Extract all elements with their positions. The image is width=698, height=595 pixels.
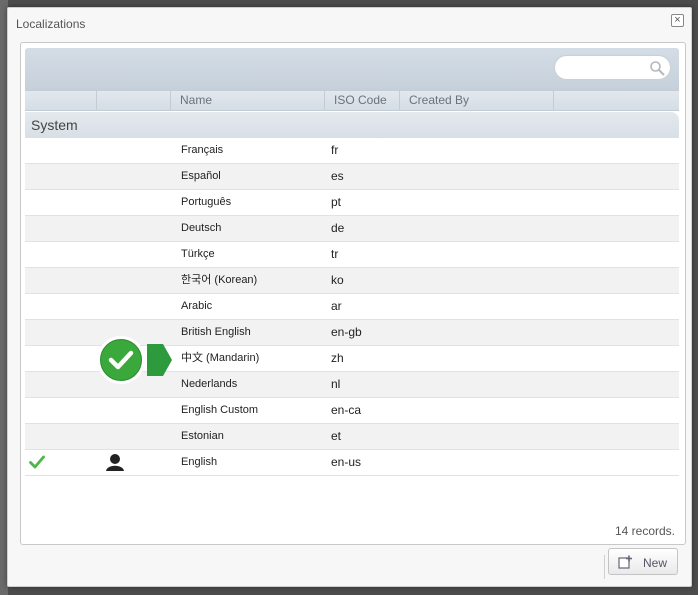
group-row-system[interactable]: System [25,112,679,138]
row-name: 한국어 (Korean) [181,274,258,286]
search-input[interactable] [564,56,656,79]
table-row[interactable]: Français fr [25,138,679,164]
row-iso-code: ar [331,299,342,313]
close-button[interactable]: × [671,14,684,27]
row-name: Deutsch [181,222,222,234]
table-row[interactable]: English en-us [25,450,679,476]
row-name: English [181,456,218,468]
table-row[interactable]: English Custom en-ca [25,398,679,424]
table-row[interactable]: Estonian et [25,424,679,450]
row-name: English Custom [181,404,259,416]
column-header-owner[interactable] [97,91,171,110]
row-name: 中文 (Mandarin) [181,352,260,364]
row-iso-code: en-ca [331,403,362,417]
row-iso-code: en-us [331,455,362,469]
check-icon [29,455,45,469]
row-name: Estonian [181,430,224,442]
column-header-created-by[interactable]: Created By [400,91,554,110]
table-row[interactable]: Deutsch de [25,216,679,242]
add-document-icon [618,555,632,569]
row-iso-code: ko [331,273,344,287]
row-name: Nederlands [181,378,238,390]
grid-header: Name ISO Code Created By [25,90,679,111]
grid-toolbar [25,48,679,90]
row-name: Arabic [181,300,213,312]
footer-divider [604,555,605,579]
new-button-label: New [643,556,668,570]
table-row[interactable]: Português pt [25,190,679,216]
row-iso-code: nl [331,377,341,391]
close-icon: × [674,14,681,26]
localizations-dialog: Localizations × Name ISO Code Created By… [7,7,692,587]
row-iso-code: fr [331,143,339,157]
column-header-extra [554,91,679,110]
new-button[interactable]: New [608,548,678,575]
row-name: Español [181,170,221,182]
column-header-name[interactable]: Name [171,91,325,110]
table-row[interactable]: 한국어 (Korean) ko [25,268,679,294]
search-field[interactable] [554,55,671,80]
row-iso-code: tr [331,247,339,261]
table-row[interactable]: Türkçe tr [25,242,679,268]
row-name: Français [181,144,224,156]
checkmark-callout-icon [97,336,172,384]
row-iso-code: es [331,169,344,183]
records-count: 14 records. [614,524,675,538]
row-iso-code: zh [331,351,344,365]
row-iso-code: de [331,221,345,235]
column-header-status[interactable] [25,91,97,110]
column-header-iso-code[interactable]: ISO Code [325,91,400,110]
dialog-title: Localizations [16,17,86,31]
localizations-panel: Name ISO Code Created By System Français… [20,42,686,545]
row-iso-code: et [331,429,342,443]
row-name: Português [181,196,232,208]
row-name: Türkçe [181,248,215,260]
search-icon[interactable] [649,60,665,76]
row-name: British English [181,326,251,338]
user-icon [106,454,124,471]
row-iso-code: en-gb [331,325,362,339]
table-row[interactable]: Arabic ar [25,294,679,320]
table-row[interactable]: Español es [25,164,679,190]
row-iso-code: pt [331,195,342,209]
localizations-list: Français fr Español es Português pt Deutsch de T… [25,138,679,476]
